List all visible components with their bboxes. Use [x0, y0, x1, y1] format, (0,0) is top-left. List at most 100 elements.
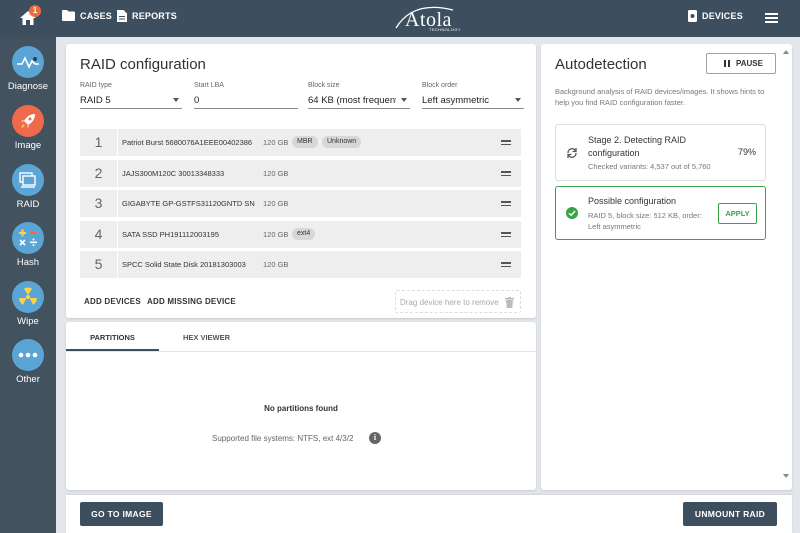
notification-badge: 1	[29, 5, 41, 17]
stage-progress-text: Checked variants: 4,537 out of 5,760	[588, 162, 711, 171]
device-name: SATA SSD PH191112003195	[122, 230, 220, 239]
config-title: Possible configuration	[588, 196, 677, 206]
add-devices-button[interactable]: ADD DEVICES	[84, 297, 141, 306]
document-icon	[117, 10, 127, 22]
pause-icon	[724, 60, 730, 67]
device-number: 3	[94, 195, 103, 211]
device-row[interactable]: 1 Patriot Burst 5680076A1EEE00402386 120…	[80, 129, 521, 156]
radiation-icon	[12, 281, 44, 313]
sidebar-item-label: Image	[14, 140, 42, 151]
sidebar-item-label: RAID	[16, 199, 40, 210]
device-size: 120 GB	[263, 230, 289, 239]
pause-label: PAUSE	[736, 59, 763, 68]
scroll-up-arrow[interactable]	[783, 50, 789, 54]
device-size: 120 GB	[263, 199, 289, 208]
chevron-down-icon	[515, 98, 521, 102]
devices-nav[interactable]: DEVICES	[688, 10, 743, 22]
drag-handle-icon[interactable]	[501, 232, 511, 239]
block-order-select[interactable]: Block order Left asymmetric	[422, 82, 524, 109]
stage-card: Stage 2. Detecting RAID configuration Ch…	[555, 124, 766, 181]
sidebar-item-wipe[interactable]: Wipe	[0, 281, 56, 327]
go-to-image-button[interactable]: GO TO IMAGE	[80, 502, 163, 526]
chevron-down-icon	[173, 98, 179, 102]
reports-label: REPORTS	[132, 11, 177, 21]
device-icon	[688, 10, 697, 22]
raid-type-value: RAID 5	[80, 95, 111, 106]
autodetection-card	[541, 44, 792, 490]
filesystem-chip: Unknown	[322, 136, 362, 148]
calculator-icon	[12, 222, 44, 254]
start-lba-input[interactable]: Start LBA 0	[194, 82, 298, 109]
add-missing-device-button[interactable]: ADD MISSING DEVICE	[147, 297, 236, 306]
row-separator	[117, 190, 118, 217]
filesystem-chip: ext4	[292, 228, 316, 240]
device-number: 2	[94, 165, 103, 181]
devices-label: DEVICES	[702, 11, 743, 21]
tab-hex-viewer[interactable]: HEX VIEWER	[160, 324, 253, 351]
drag-handle-icon[interactable]	[501, 262, 511, 269]
device-row[interactable]: 2 JAJS300M120C 30013348333 120 GB	[80, 160, 521, 187]
cases-nav[interactable]: CASES	[62, 10, 112, 21]
apply-button[interactable]: APPLY	[718, 203, 757, 224]
block-size-value: 64 KB (most frequently used)	[308, 95, 396, 106]
row-separator	[117, 129, 118, 156]
empty-state-title: No partitions found	[264, 404, 338, 413]
drag-handle-icon[interactable]	[501, 171, 511, 178]
block-size-select[interactable]: Block size 64 KB (most frequently used)	[308, 82, 410, 109]
row-separator	[117, 160, 118, 187]
top-bar: 1 CASES REPORTS Atola TECHNOLOGY DEVICES	[0, 0, 800, 37]
unmount-raid-button[interactable]: UNMOUNT RAID	[683, 502, 777, 526]
rocket-icon	[12, 105, 44, 137]
device-name: Patriot Burst 5680076A1EEE00402386	[122, 138, 253, 147]
raid-type-select[interactable]: RAID type RAID 5	[80, 82, 182, 109]
check-circle-icon	[566, 207, 578, 219]
info-icon[interactable]: i	[369, 432, 381, 444]
block-order-label: Block order	[422, 82, 458, 89]
menu-icon[interactable]	[765, 13, 778, 23]
sidebar-item-image[interactable]: Image	[0, 105, 56, 151]
possible-config-card: Possible configuration RAID 5, block siz…	[555, 186, 766, 240]
drag-handle-icon[interactable]	[501, 201, 511, 208]
sidebar-item-label: Other	[16, 374, 40, 385]
device-name: GIGABYTE GP-GSTFS31120GNTD SN	[122, 199, 255, 208]
more-icon	[12, 339, 44, 371]
scrollbar[interactable]	[782, 48, 790, 480]
sidebar-item-hash[interactable]: Hash	[0, 222, 56, 268]
device-name: JAJS300M120C 30013348333	[122, 169, 225, 178]
start-lba-value: 0	[194, 95, 200, 106]
sidebar-item-label: Diagnose	[7, 81, 49, 92]
sidebar-item-other[interactable]: Other	[0, 339, 56, 385]
atola-logo: Atola TECHNOLOGY	[393, 6, 465, 32]
device-row[interactable]: 4 SATA SSD PH191112003195 120 GB ext4	[80, 221, 521, 248]
sidebar-item-label: Wipe	[17, 316, 39, 327]
stage-percent: 79%	[737, 147, 756, 157]
device-number: 5	[94, 256, 103, 272]
device-name: SPCC Solid State Disk 20181303003	[122, 260, 246, 269]
sidebar-item-diagnose[interactable]: Diagnose	[0, 46, 56, 92]
block-size-label: Block size	[308, 82, 340, 89]
trash-icon	[505, 297, 514, 308]
block-order-value: Left asymmetric	[422, 95, 490, 106]
reports-nav[interactable]: REPORTS	[117, 10, 177, 22]
row-separator	[117, 251, 118, 278]
tab-partitions[interactable]: PARTITIONS	[66, 324, 159, 351]
remove-drop-zone[interactable]: Drag device here to remove	[395, 290, 521, 313]
scroll-down-arrow[interactable]	[783, 474, 789, 478]
device-number: 4	[94, 226, 103, 242]
autodetection-title: Autodetection	[555, 56, 647, 73]
partition-chip: MBR	[292, 136, 318, 148]
device-row[interactable]: 3 GIGABYTE GP-GSTFS31120GNTD SN 120 GB	[80, 190, 521, 217]
tab-divider	[66, 351, 536, 352]
folder-icon	[62, 10, 75, 21]
device-size: 120 GB	[263, 169, 289, 178]
device-row[interactable]: 5 SPCC Solid State Disk 20181303003 120 …	[80, 251, 521, 278]
device-size: 120 GB	[263, 260, 289, 269]
pause-button[interactable]: PAUSE	[706, 53, 776, 74]
logo-subtext: TECHNOLOGY	[429, 27, 462, 32]
start-lba-label: Start LBA	[194, 82, 224, 89]
page-title: RAID configuration	[80, 56, 206, 73]
sidebar-item-raid[interactable]: RAID	[0, 164, 56, 210]
row-separator	[117, 221, 118, 248]
drag-handle-icon[interactable]	[501, 140, 511, 147]
device-size: 120 GB	[263, 138, 289, 147]
